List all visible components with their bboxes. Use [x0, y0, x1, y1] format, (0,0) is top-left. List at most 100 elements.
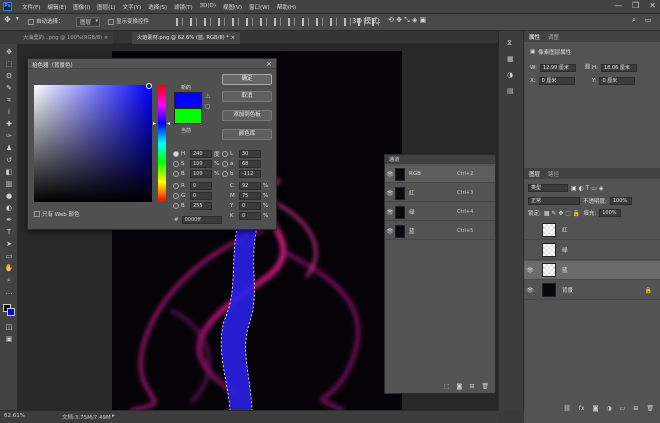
hue-slider[interactable]: [158, 85, 166, 202]
align-right-icon[interactable]: [204, 18, 211, 26]
menu-window[interactable]: 窗口(W): [249, 3, 270, 11]
brightness-radio[interactable]: [173, 171, 179, 177]
dodge-tool-icon[interactable]: ◐: [4, 204, 14, 212]
new-layer-icon[interactable]: ⊞: [633, 405, 638, 415]
tab-adjustments[interactable]: 调整: [548, 33, 559, 41]
path-select-tool-icon[interactable]: ➤: [4, 240, 14, 248]
eraser-tool-icon[interactable]: ◧: [4, 168, 14, 176]
gradient-tool-icon[interactable]: ▥: [4, 180, 14, 188]
menu-edit[interactable]: 编辑(E): [47, 3, 66, 11]
new-group-icon[interactable]: ▭: [620, 405, 626, 415]
close-icon[interactable]: ×: [266, 60, 272, 68]
close-icon[interactable]: ×: [104, 35, 108, 41]
layer-name[interactable]: 蓝: [562, 266, 660, 274]
delete-channel-icon[interactable]: 🗑: [481, 383, 489, 391]
current-color-swatch[interactable]: [174, 108, 202, 124]
black-input[interactable]: 0: [239, 212, 261, 220]
web-only-checkbox[interactable]: 只有 Web 颜色: [34, 210, 80, 218]
menu-3d[interactable]: 3D(D): [200, 3, 216, 11]
menu-help[interactable]: 帮助(H): [277, 3, 296, 11]
adjustments-icon[interactable]: ◑: [507, 71, 513, 79]
green-input[interactable]: 0: [190, 192, 212, 200]
distribute-center-icon[interactable]: [274, 18, 281, 26]
show-transform-checkbox[interactable]: 显示变换控件: [108, 17, 149, 25]
3d-orbit-icon[interactable]: ⟲ ✥ ⤡ ◈ ▣: [388, 16, 426, 25]
distribute-top-icon[interactable]: [302, 18, 309, 26]
lock-icons[interactable]: ▦ ✎ ✥ ⬚ 🔒: [544, 210, 581, 217]
lab-l-input[interactable]: 30: [239, 150, 261, 158]
layer-row-red[interactable]: 红: [524, 221, 660, 240]
align-center-icon[interactable]: [190, 18, 197, 26]
out-of-gamut-warning-icon[interactable]: ⚠: [205, 93, 210, 100]
hue-input[interactable]: 240: [190, 150, 212, 158]
saturation-radio[interactable]: [173, 161, 179, 167]
saturation-input[interactable]: 100: [190, 160, 212, 168]
workspace-icon[interactable]: ▭: [645, 16, 652, 24]
ok-button[interactable]: 确定: [222, 74, 272, 85]
new-channel-icon[interactable]: ⊞: [469, 383, 474, 391]
eye-icon[interactable]: 👁: [385, 171, 395, 178]
load-selection-icon[interactable]: ⬚: [444, 383, 450, 391]
eye-icon[interactable]: 👁: [385, 190, 395, 197]
brightness-input[interactable]: 100: [190, 170, 212, 178]
menu-view[interactable]: 视图(V): [223, 3, 242, 11]
tab-document-1[interactable]: 大海里的...png @ 100%(RGB/8) ×: [18, 32, 114, 44]
blur-tool-icon[interactable]: ●: [4, 192, 14, 200]
link-layers-icon[interactable]: ⛓: [563, 405, 571, 415]
auto-select-dropdown[interactable]: 图层: [76, 17, 101, 27]
color-field-cursor[interactable]: [146, 83, 152, 89]
background-color-swatch[interactable]: [7, 308, 15, 316]
width-input[interactable]: 12.99 厘米: [539, 64, 576, 72]
delete-layer-icon[interactable]: 🗑: [646, 405, 654, 415]
marquee-tool-icon[interactable]: ⬚: [4, 60, 14, 68]
layer-filter-dropdown[interactable]: 类型: [528, 184, 568, 192]
opacity-input[interactable]: 100%: [609, 197, 632, 205]
eye-icon[interactable]: 👁: [524, 267, 536, 274]
menu-type[interactable]: 文字(Y): [123, 3, 142, 11]
clone-stamp-tool-icon[interactable]: ♟: [4, 144, 14, 152]
menu-image[interactable]: 图像(I): [73, 3, 90, 11]
green-radio[interactable]: [173, 193, 179, 199]
layer-row-blue[interactable]: 👁 蓝: [524, 261, 660, 280]
libraries-icon[interactable]: ▤: [507, 87, 514, 95]
x-input[interactable]: 0 厘米: [538, 77, 575, 85]
distribute-middle-icon[interactable]: [316, 18, 323, 26]
lasso-tool-icon[interactable]: ʘ: [4, 72, 14, 80]
hue-radio[interactable]: [173, 151, 179, 157]
blue-input[interactable]: 255: [190, 202, 212, 210]
hex-input[interactable]: 0000ff: [181, 216, 222, 224]
zoom-tool-icon[interactable]: ⌕: [4, 276, 14, 284]
distribute-bottom-icon[interactable]: [330, 18, 337, 26]
menu-filter[interactable]: 滤镜(T): [174, 3, 193, 11]
move-tool-icon[interactable]: ✥: [4, 15, 11, 24]
cancel-button[interactable]: 取消: [222, 91, 272, 102]
quick-select-tool-icon[interactable]: ✎: [4, 84, 14, 92]
red-input[interactable]: 0: [190, 182, 212, 190]
search-icon[interactable]: ⌕: [632, 16, 636, 25]
link-icon[interactable]: ⛓: [584, 64, 591, 70]
close-window-button[interactable]: ✕: [649, 1, 656, 10]
quick-mask-icon[interactable]: ◫: [4, 323, 14, 331]
shape-tool-icon[interactable]: ▭: [4, 252, 14, 260]
color-libraries-button[interactable]: 颜色库: [222, 129, 272, 140]
layer-name[interactable]: 红: [562, 226, 660, 234]
eye-icon[interactable]: 👁: [385, 209, 395, 216]
y-input[interactable]: 0 厘米: [599, 77, 636, 85]
distribute-left-icon[interactable]: [260, 18, 267, 26]
hue-slider-left-arrow-icon[interactable]: ▸: [153, 120, 156, 127]
hue-slider-right-arrow-icon[interactable]: ◂: [167, 120, 170, 127]
layer-style-icon[interactable]: fx: [579, 405, 585, 415]
magenta-input[interactable]: 75: [239, 192, 261, 200]
lab-a-input[interactable]: 68: [239, 160, 261, 168]
save-selection-icon[interactable]: ◙: [457, 383, 463, 391]
menu-select[interactable]: 选择(S): [148, 3, 167, 11]
history-icon[interactable]: ⧖: [507, 39, 512, 48]
type-tool-icon[interactable]: T: [4, 228, 14, 236]
channel-row-red[interactable]: 👁 红 Ctrl+3: [385, 185, 495, 202]
filter-icons[interactable]: ▣ ◐ T ▭ ◈: [571, 185, 603, 192]
distribute-right-icon[interactable]: [288, 18, 295, 26]
swatches-icon[interactable]: ▦: [507, 55, 514, 63]
history-brush-tool-icon[interactable]: ↺: [4, 156, 14, 164]
height-input[interactable]: 18.06 厘米: [601, 64, 637, 72]
tab-paths[interactable]: 路径: [548, 170, 559, 178]
